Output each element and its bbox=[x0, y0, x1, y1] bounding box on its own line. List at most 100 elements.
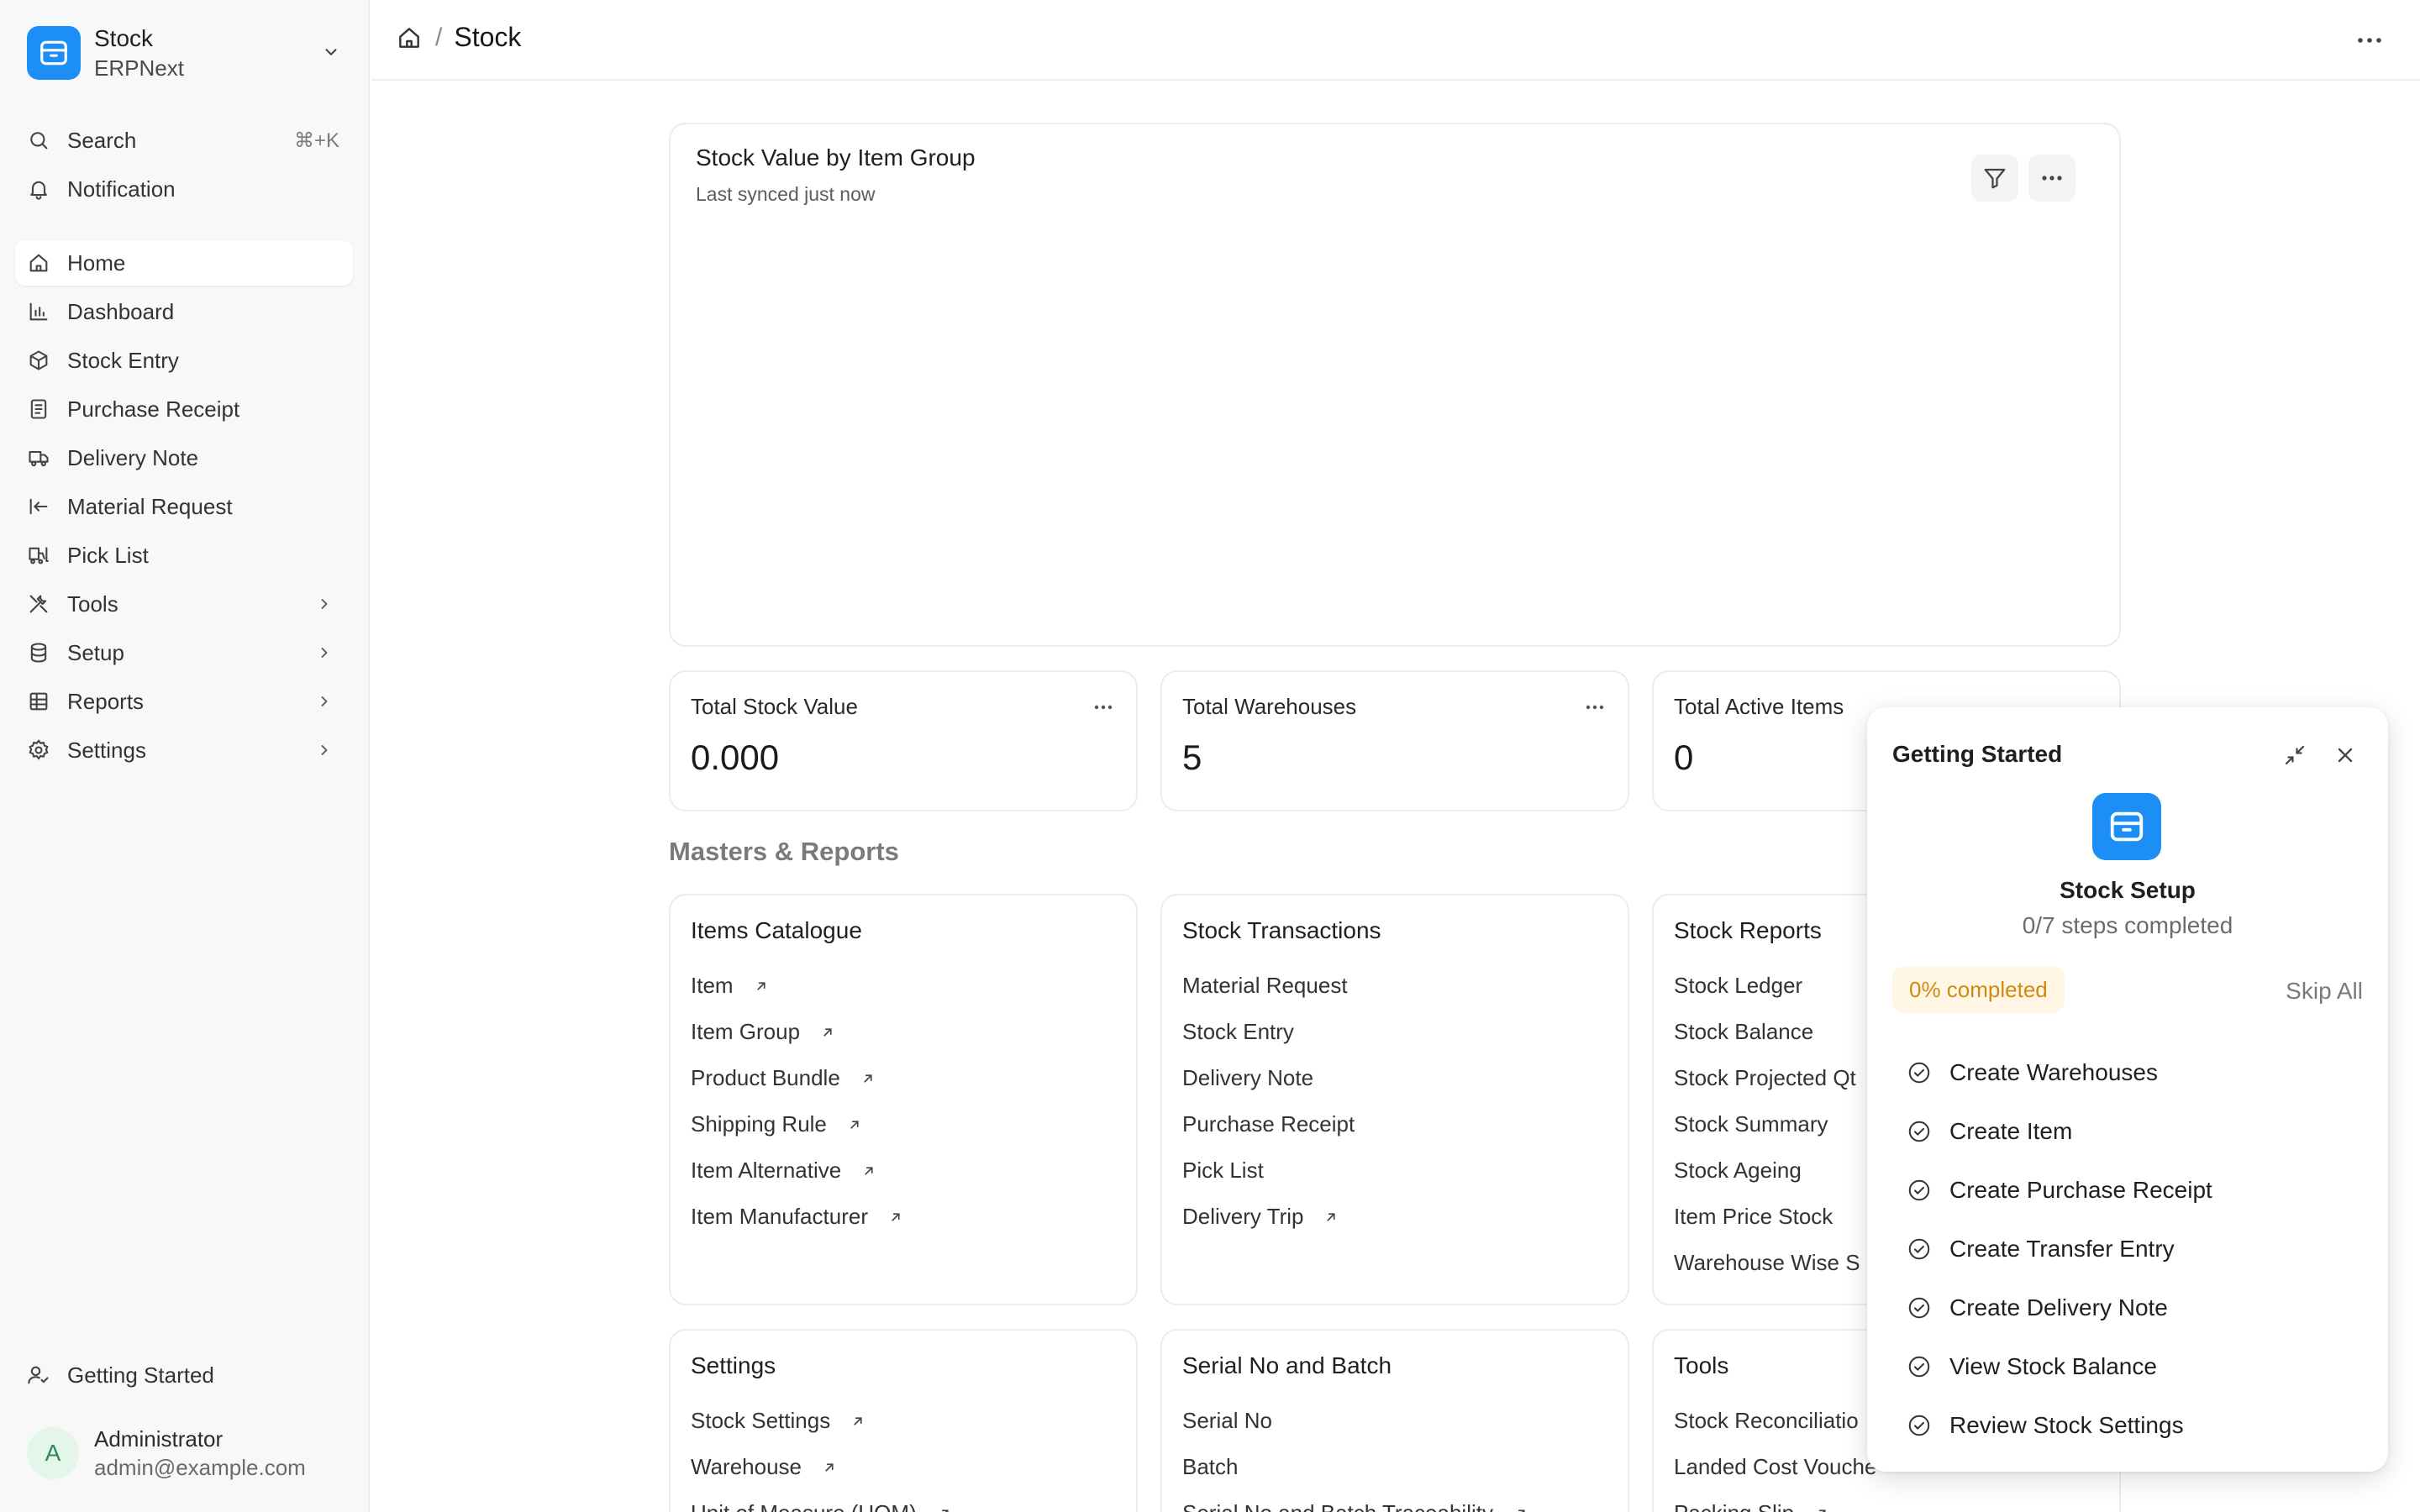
arrow-up-right-icon bbox=[1512, 1504, 1530, 1512]
getting-started-panel: Getting Started Stock Setup 0/7 steps co… bbox=[1867, 707, 2388, 1472]
steps-completed: 0/7 steps completed bbox=[2022, 912, 2233, 938]
link-item[interactable]: Warehouse bbox=[691, 1444, 1128, 1490]
table-icon bbox=[25, 688, 52, 715]
chevron-right-icon bbox=[314, 643, 334, 663]
onboarding-step-label: View Stock Balance bbox=[1949, 1353, 2157, 1379]
link-card-title: Items Catalogue bbox=[691, 917, 862, 943]
sidebar-item-label: Stock Entry bbox=[67, 347, 179, 373]
link-card-title: Serial No and Batch bbox=[1182, 1352, 1392, 1378]
forklift-icon bbox=[25, 542, 52, 569]
link-label: Warehouse bbox=[691, 1454, 802, 1479]
link-item[interactable]: Delivery Note bbox=[1182, 1055, 1619, 1101]
sidebar-item-label: Material Request bbox=[67, 493, 233, 519]
onboarding-step[interactable]: Create Transfer Entry bbox=[1906, 1220, 2360, 1278]
sidebar-notification[interactable]: Notification bbox=[15, 166, 353, 212]
link-label: Stock Ageing bbox=[1674, 1158, 1802, 1183]
sidebar-item-settings[interactable]: Settings bbox=[15, 727, 353, 773]
link-item[interactable]: Item Manufacturer bbox=[691, 1194, 1128, 1240]
arrow-up-right-icon bbox=[752, 977, 771, 995]
link-item[interactable]: Material Request bbox=[1182, 963, 1619, 1009]
onboarding-step[interactable]: Create Purchase Receipt bbox=[1906, 1161, 2360, 1220]
link-label: Item Price Stock bbox=[1674, 1204, 1833, 1229]
sidebar-item-delivery-note[interactable]: Delivery Note bbox=[15, 435, 353, 480]
sidebar-item-dashboard[interactable]: Dashboard bbox=[15, 289, 353, 334]
avatar: A bbox=[27, 1427, 79, 1479]
sidebar-getting-started[interactable]: Getting Started bbox=[15, 1352, 353, 1398]
link-label: Stock Balance bbox=[1674, 1019, 1814, 1044]
link-item[interactable]: Serial No bbox=[1182, 1398, 1619, 1444]
chart-more-button[interactable] bbox=[2028, 155, 2075, 202]
onboarding-steps: Create Warehouses Create Item Create Pur… bbox=[1906, 1043, 2360, 1455]
link-label: Stock Ledger bbox=[1674, 973, 1803, 998]
minimize-icon[interactable] bbox=[2281, 741, 2309, 769]
more-options-icon[interactable] bbox=[1582, 697, 1607, 717]
link-item[interactable]: Product Bundle bbox=[691, 1055, 1128, 1101]
link-card-settings: Settings Stock Settings Warehouse Unit o… bbox=[669, 1329, 1138, 1512]
sidebar: Stock ERPNext Search ⌘+K Notification Ho… bbox=[0, 0, 370, 1512]
sidebar-item-home[interactable]: Home bbox=[15, 240, 353, 286]
check-circle-icon bbox=[1906, 1294, 1933, 1321]
link-item[interactable]: Packing Slip bbox=[1674, 1490, 2111, 1512]
home-icon[interactable] bbox=[395, 24, 424, 52]
bar-chart-icon bbox=[25, 298, 52, 325]
chart-filter-button[interactable] bbox=[1971, 155, 2018, 202]
link-item[interactable]: Batch bbox=[1182, 1444, 1619, 1490]
link-item[interactable]: Item bbox=[691, 963, 1128, 1009]
user-menu[interactable]: A Administrator admin@example.com bbox=[27, 1425, 306, 1482]
sidebar-item-tools[interactable]: Tools bbox=[15, 581, 353, 627]
onboarding-step[interactable]: Create Warehouses bbox=[1906, 1043, 2360, 1102]
link-label: Material Request bbox=[1182, 973, 1348, 998]
link-label: Serial No and Batch Traceability bbox=[1182, 1500, 1493, 1512]
link-card-title: Stock Reports bbox=[1674, 917, 1822, 943]
number-card-value: 0 bbox=[1674, 738, 1694, 777]
more-options-icon[interactable] bbox=[1091, 697, 1116, 717]
check-circle-icon bbox=[1906, 1177, 1933, 1204]
truck-icon bbox=[25, 444, 52, 471]
link-item[interactable]: Unit of Measure (UOM) bbox=[691, 1490, 1128, 1512]
number-card-total-warehouses[interactable]: Total Warehouses 5 bbox=[1160, 670, 1629, 811]
sidebar-item-reports[interactable]: Reports bbox=[15, 679, 353, 724]
onboarding-step[interactable]: Create Item bbox=[1906, 1102, 2360, 1161]
link-item[interactable]: Delivery Trip bbox=[1182, 1194, 1619, 1240]
sidebar-item-pick-list[interactable]: Pick List bbox=[15, 533, 353, 578]
onboarding-step[interactable]: Review Stock Settings bbox=[1906, 1396, 2360, 1455]
link-item[interactable]: Shipping Rule bbox=[691, 1101, 1128, 1147]
link-item[interactable]: Serial No and Batch Traceability bbox=[1182, 1490, 1619, 1512]
sidebar-item-purchase-receipt[interactable]: Purchase Receipt bbox=[15, 386, 353, 432]
link-label: Shipping Rule bbox=[691, 1111, 827, 1137]
sidebar-item-stock-entry[interactable]: Stock Entry bbox=[15, 338, 353, 383]
arrow-up-right-icon bbox=[1322, 1208, 1340, 1226]
number-card-total-stock-value[interactable]: Total Stock Value 0.000 bbox=[669, 670, 1138, 811]
link-label: Warehouse Wise S bbox=[1674, 1250, 1860, 1275]
getting-started-title: Getting Started bbox=[1892, 741, 2063, 767]
link-item[interactable]: Stock Entry bbox=[1182, 1009, 1619, 1055]
stock-app-logo-icon bbox=[27, 26, 81, 80]
link-card-serial-no-and-batch: Serial No and Batch Serial No Batch Seri… bbox=[1160, 1329, 1629, 1512]
onboarding-step[interactable]: Create Delivery Note bbox=[1906, 1278, 2360, 1337]
onboarding-step[interactable]: View Stock Balance bbox=[1906, 1337, 2360, 1396]
more-options-icon[interactable] bbox=[2353, 25, 2386, 55]
arrow-up-right-icon bbox=[886, 1208, 905, 1226]
arrow-up-right-icon bbox=[859, 1069, 877, 1088]
close-icon[interactable] bbox=[2331, 741, 2360, 769]
user-name: Administrator bbox=[94, 1426, 224, 1452]
sidebar-getting-started-label: Getting Started bbox=[67, 1362, 214, 1388]
user-email: admin@example.com bbox=[94, 1455, 306, 1480]
link-item[interactable]: Item Alternative bbox=[691, 1147, 1128, 1194]
search-icon bbox=[25, 127, 52, 154]
link-item[interactable]: Pick List bbox=[1182, 1147, 1619, 1194]
sidebar-item-label: Pick List bbox=[67, 542, 149, 568]
link-item[interactable]: Purchase Receipt bbox=[1182, 1101, 1619, 1147]
check-circle-icon bbox=[1906, 1412, 1933, 1439]
check-circle-icon bbox=[1906, 1353, 1933, 1380]
sidebar-item-setup[interactable]: Setup bbox=[15, 630, 353, 675]
sidebar-search[interactable]: Search ⌘+K bbox=[15, 118, 353, 163]
link-item[interactable]: Item Group bbox=[691, 1009, 1128, 1055]
link-item[interactable]: Stock Settings bbox=[691, 1398, 1128, 1444]
chart-card-stock-value: Stock Value by Item Group Last synced ju… bbox=[669, 123, 2121, 647]
setup-title: Stock Setup bbox=[2060, 877, 2196, 903]
sidebar-item-material-request[interactable]: Material Request bbox=[15, 484, 353, 529]
skip-all-button[interactable]: Skip All bbox=[2286, 978, 2363, 1005]
sidebar-item-label: Purchase Receipt bbox=[67, 396, 240, 422]
app-switcher[interactable]: Stock ERPNext bbox=[27, 24, 343, 82]
